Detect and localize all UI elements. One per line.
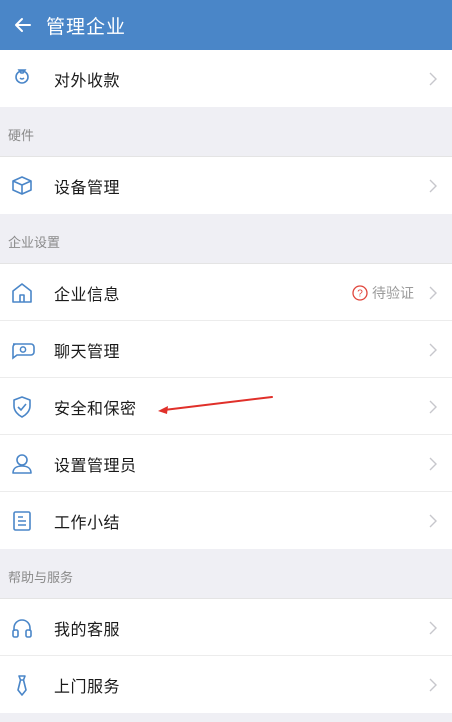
status-text: 待验证 xyxy=(372,285,414,302)
home-icon xyxy=(0,264,44,321)
chevron-right-icon xyxy=(424,676,442,694)
section-header-help-service: 帮助与服务 xyxy=(0,559,452,599)
menu-item-label: 安全和保密 xyxy=(54,398,137,418)
menu-item-device-management[interactable]: 设备管理 xyxy=(0,157,452,214)
money-bag-icon xyxy=(0,50,44,107)
chat-icon xyxy=(0,321,44,378)
arrow-left-icon xyxy=(15,18,31,32)
chevron-right-icon xyxy=(424,512,442,530)
section-header-hardware: 硬件 xyxy=(0,117,452,157)
menu-item-set-admin[interactable]: 设置管理员 xyxy=(0,435,452,492)
menu-item-enterprise-info[interactable]: 企业信息 ? 待验证 xyxy=(0,264,452,321)
back-button[interactable] xyxy=(0,0,46,50)
menu-item-label: 我的客服 xyxy=(54,619,121,639)
svg-text:?: ? xyxy=(357,288,363,299)
menu-item-security-privacy[interactable]: 安全和保密 xyxy=(0,378,452,435)
app-header: 管理企业 xyxy=(0,0,452,50)
menu-item-label: 聊天管理 xyxy=(54,341,121,361)
menu-item-work-summary[interactable]: 工作小结 xyxy=(0,492,452,549)
work-summary-icon xyxy=(0,492,44,549)
section-header-enterprise-settings: 企业设置 xyxy=(0,224,452,264)
tie-icon xyxy=(0,656,44,713)
menu-item-label: 企业信息 xyxy=(54,284,121,304)
verification-status: ? 待验证 xyxy=(352,283,414,303)
chevron-right-icon xyxy=(424,455,442,473)
page-title: 管理企业 xyxy=(46,15,127,38)
menu-item-label: 上门服务 xyxy=(54,676,121,696)
chevron-right-icon xyxy=(424,341,442,359)
menu-item-label: 工作小结 xyxy=(54,512,121,532)
device-box-icon xyxy=(0,157,44,214)
chevron-right-icon xyxy=(424,70,442,88)
question-circle-icon: ? xyxy=(352,284,368,301)
headset-icon xyxy=(0,599,44,656)
menu-item-label: 对外收款 xyxy=(54,70,121,90)
chevron-right-icon xyxy=(424,398,442,416)
menu-item-chat-management[interactable]: 聊天管理 xyxy=(0,321,452,378)
chevron-right-icon xyxy=(424,619,442,637)
menu-item-my-customer-service[interactable]: 我的客服 xyxy=(0,599,452,656)
menu-item-label: 设置管理员 xyxy=(54,455,137,475)
chevron-right-icon xyxy=(424,177,442,195)
shield-icon xyxy=(0,378,44,435)
menu-item-label: 设备管理 xyxy=(54,177,121,197)
chevron-right-icon xyxy=(424,284,442,302)
admin-user-icon xyxy=(0,435,44,492)
menu-item-onsite-service[interactable]: 上门服务 xyxy=(0,656,452,713)
menu-item-external-payment[interactable]: 对外收款 xyxy=(0,50,452,107)
